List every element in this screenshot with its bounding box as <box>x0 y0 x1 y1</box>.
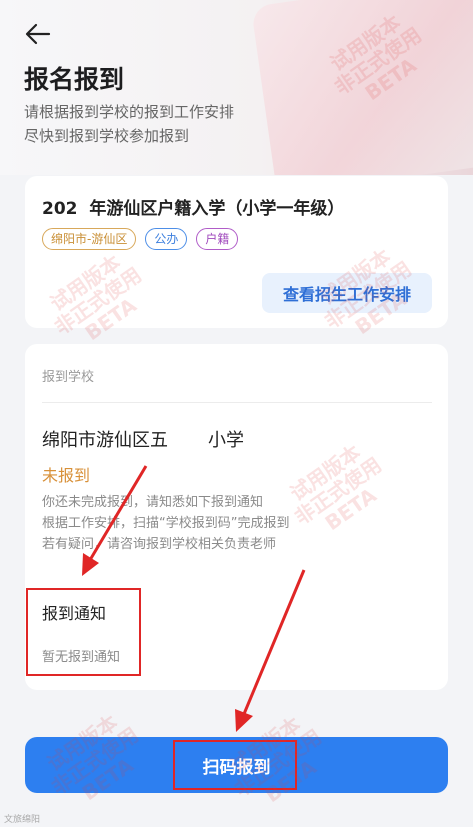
divider <box>42 402 432 403</box>
status-badge: 未报到 <box>42 466 91 485</box>
tag-list: 绵阳市-游仙区 公办 户籍 <box>42 228 239 250</box>
note-line: 若有疑问，请咨询报到学校相关负责老师 <box>42 537 277 552</box>
arrowhead-icon <box>235 709 253 732</box>
note-line: 你还未完成报到，请知悉如下报到通知 <box>42 495 264 510</box>
subtitle-line: 尽快到报到学校参加报到 <box>24 127 190 145</box>
back-button[interactable] <box>24 22 52 46</box>
tag-huji: 户籍 <box>196 228 239 250</box>
program-title: 202 年游仙区户籍入学（小学一年级） <box>42 199 345 219</box>
tag-region: 绵阳市-游仙区 <box>42 228 137 250</box>
note-line: 根据工作安排，扫描“学校报到码”完成报到 <box>42 516 290 531</box>
arrow-left-icon <box>25 23 51 45</box>
page-title: 报名报到 <box>24 65 125 94</box>
tag-public: 公办 <box>145 228 188 250</box>
school-name: 绵阳市游仙区五 小学 <box>42 430 245 451</box>
notice-empty-text: 暂无报到通知 <box>42 650 121 665</box>
subtitle-line: 请根据报到学校的报到工作安排 <box>24 103 235 121</box>
watermark: 试用版本 非正式使用 BETA <box>35 705 155 816</box>
brand-mark: 文旅绵阳 <box>4 815 41 825</box>
section-label: 报到学校 <box>42 370 95 385</box>
page-subtitle: 请根据报到学校的报到工作安排 尽快到报到学校参加报到 <box>24 100 234 148</box>
status-notes: 你还未完成报到，请知悉如下报到通知 根据工作安排，扫描“学校报到码”完成报到 若… <box>42 492 289 555</box>
school-card: 报到学校 绵阳市游仙区五 小学 未报到 你还未完成报到，请知悉如下报到通知 根据… <box>25 344 448 690</box>
notice-title: 报到通知 <box>42 604 107 623</box>
watermark: 试用版本 非正式使用 BETA <box>218 707 338 818</box>
